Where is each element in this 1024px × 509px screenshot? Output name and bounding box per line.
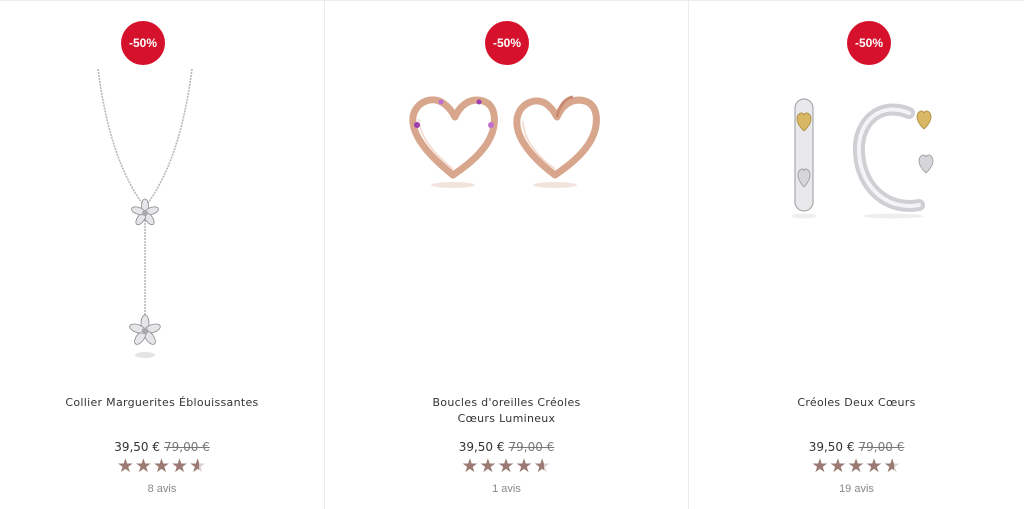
necklace-image[interactable] [80, 67, 210, 367]
star-icon: ★ [152, 455, 172, 477]
product-card[interactable]: -50% Collier Marguerites Éblouissantes 3… [0, 1, 325, 509]
star-icon: ★ [515, 455, 534, 477]
half-star-icon: ★ [189, 455, 208, 477]
star-icon: ★ [479, 455, 498, 477]
product-name[interactable]: Collier Marguerites Éblouissantes [0, 395, 324, 411]
star-icon: ★ [811, 455, 830, 477]
product-name[interactable]: Créoles Deux Cœurs [689, 395, 1024, 411]
half-star-icon: ★ [533, 455, 552, 477]
sale-price: 39,50 € [114, 440, 160, 454]
star-icon: ★ [829, 455, 848, 477]
original-price: 79,00 € [508, 440, 555, 454]
original-price: 79,00 € [164, 440, 210, 454]
star-icon: ★ [497, 455, 516, 477]
star-rating: ★★★★★ [689, 455, 1024, 477]
review-count[interactable]: 19 avis [689, 483, 1024, 495]
review-count[interactable]: 1 avis [325, 483, 688, 495]
sale-price: 39,50 € [808, 440, 855, 454]
product-card[interactable]: -50% Boucles d'oreilles Créoles Cœurs Lu… [325, 1, 689, 509]
discount-badge: -50% [847, 21, 891, 65]
product-name[interactable]: Boucles d'oreilles Créoles Cœurs Lumineu… [325, 395, 688, 427]
star-icon: ★ [461, 455, 480, 477]
star-icon: ★ [171, 455, 190, 477]
earrings-image[interactable] [403, 85, 613, 195]
star-icon: ★ [865, 455, 884, 477]
star-icon: ★ [847, 455, 866, 477]
product-card[interactable]: -50% Créoles Deux Cœurs 39,50 €79,00 € ★… [689, 1, 1024, 509]
star-rating: ★★★★★ [325, 455, 688, 477]
star-rating: ★★★★★ [0, 455, 324, 477]
price-block: 39,50 € 79,00 € [0, 440, 324, 454]
price-block: 39,50 €79,00 € [689, 440, 1024, 454]
star-icon: ★ [116, 455, 135, 477]
hoop-earrings-image[interactable] [789, 95, 949, 221]
discount-badge: -50% [121, 21, 165, 65]
original-price: 79,00 € [858, 440, 905, 454]
half-star-icon: ★ [883, 455, 902, 477]
price-block: 39,50 €79,00 € [325, 440, 688, 454]
discount-badge: -50% [485, 21, 529, 65]
sale-price: 39,50 € [458, 440, 505, 454]
review-count[interactable]: 8 avis [0, 483, 324, 495]
star-icon: ★ [134, 455, 153, 477]
product-grid: -50% Collier Marguerites Éblouissantes 3… [0, 0, 1024, 509]
